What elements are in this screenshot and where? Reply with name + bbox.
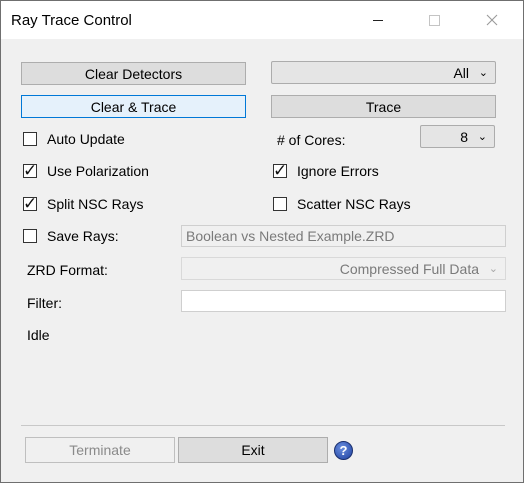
auto-update-box: [23, 132, 37, 146]
save-rays-file-field[interactable]: Boolean vs Nested Example.ZRD: [181, 225, 506, 247]
chevron-down-icon: ⌄: [478, 67, 488, 79]
zrd-format-value: Compressed Full Data: [339, 260, 479, 277]
ignore-errors-label: Ignore Errors: [297, 163, 379, 179]
status-text: Idle: [27, 327, 50, 343]
checkmark-icon: ✓: [23, 194, 38, 213]
exit-button[interactable]: Exit: [178, 437, 328, 463]
cores-select-value: 8: [460, 128, 468, 145]
filter-input[interactable]: [181, 290, 506, 312]
ignore-errors-checkbox[interactable]: ✓ Ignore Errors: [273, 161, 379, 181]
zrd-format-select[interactable]: Compressed Full Data ⌄: [181, 257, 506, 280]
detector-select[interactable]: All ⌄: [271, 61, 496, 84]
split-nsc-rays-checkbox[interactable]: ✓ Split NSC Rays: [23, 194, 143, 214]
save-rays-box: [23, 229, 37, 243]
cores-select[interactable]: 8 ⌄: [420, 125, 495, 148]
auto-update-checkbox[interactable]: Auto Update: [23, 129, 125, 149]
scatter-nsc-rays-checkbox[interactable]: Scatter NSC Rays: [273, 194, 411, 214]
trace-button[interactable]: Trace: [271, 95, 496, 118]
title-bar: Ray Trace Control: [1, 1, 523, 39]
chevron-down-icon: ⌄: [488, 263, 498, 275]
use-polarization-checkbox[interactable]: ✓ Use Polarization: [23, 161, 149, 181]
split-nsc-rays-box: ✓: [23, 194, 38, 213]
ray-trace-control-window: Ray Trace Control Clear Detectors All ⌄ …: [0, 0, 524, 483]
ignore-errors-box: ✓: [273, 161, 288, 180]
zrd-format-label: ZRD Format:: [27, 262, 108, 278]
save-rays-checkbox[interactable]: Save Rays:: [23, 226, 119, 246]
save-rays-label: Save Rays:: [47, 228, 119, 244]
checkmark-icon: ✓: [273, 161, 288, 180]
separator: [21, 425, 505, 426]
clear-detectors-button[interactable]: Clear Detectors: [21, 62, 246, 85]
auto-update-label: Auto Update: [47, 131, 125, 147]
cores-label: # of Cores:: [277, 132, 346, 148]
help-icon[interactable]: ?: [334, 441, 353, 460]
maximize-icon: [428, 14, 440, 26]
close-icon: [486, 14, 498, 26]
terminate-button[interactable]: Terminate: [25, 437, 175, 463]
scatter-nsc-rays-box: [273, 197, 287, 211]
clear-and-trace-button[interactable]: Clear & Trace: [21, 95, 246, 118]
checkmark-icon: ✓: [23, 161, 38, 180]
window-title: Ray Trace Control: [11, 12, 132, 29]
minimize-button[interactable]: [355, 5, 401, 35]
minimize-icon: [373, 19, 383, 21]
detector-select-value: All: [453, 64, 469, 81]
use-polarization-label: Use Polarization: [47, 163, 149, 179]
close-button[interactable]: [469, 5, 515, 35]
use-polarization-box: ✓: [23, 161, 38, 180]
maximize-button[interactable]: [411, 5, 457, 35]
chevron-down-icon: ⌄: [477, 131, 487, 143]
scatter-nsc-rays-label: Scatter NSC Rays: [297, 196, 411, 212]
split-nsc-rays-label: Split NSC Rays: [47, 196, 144, 212]
filter-label: Filter:: [27, 295, 62, 311]
